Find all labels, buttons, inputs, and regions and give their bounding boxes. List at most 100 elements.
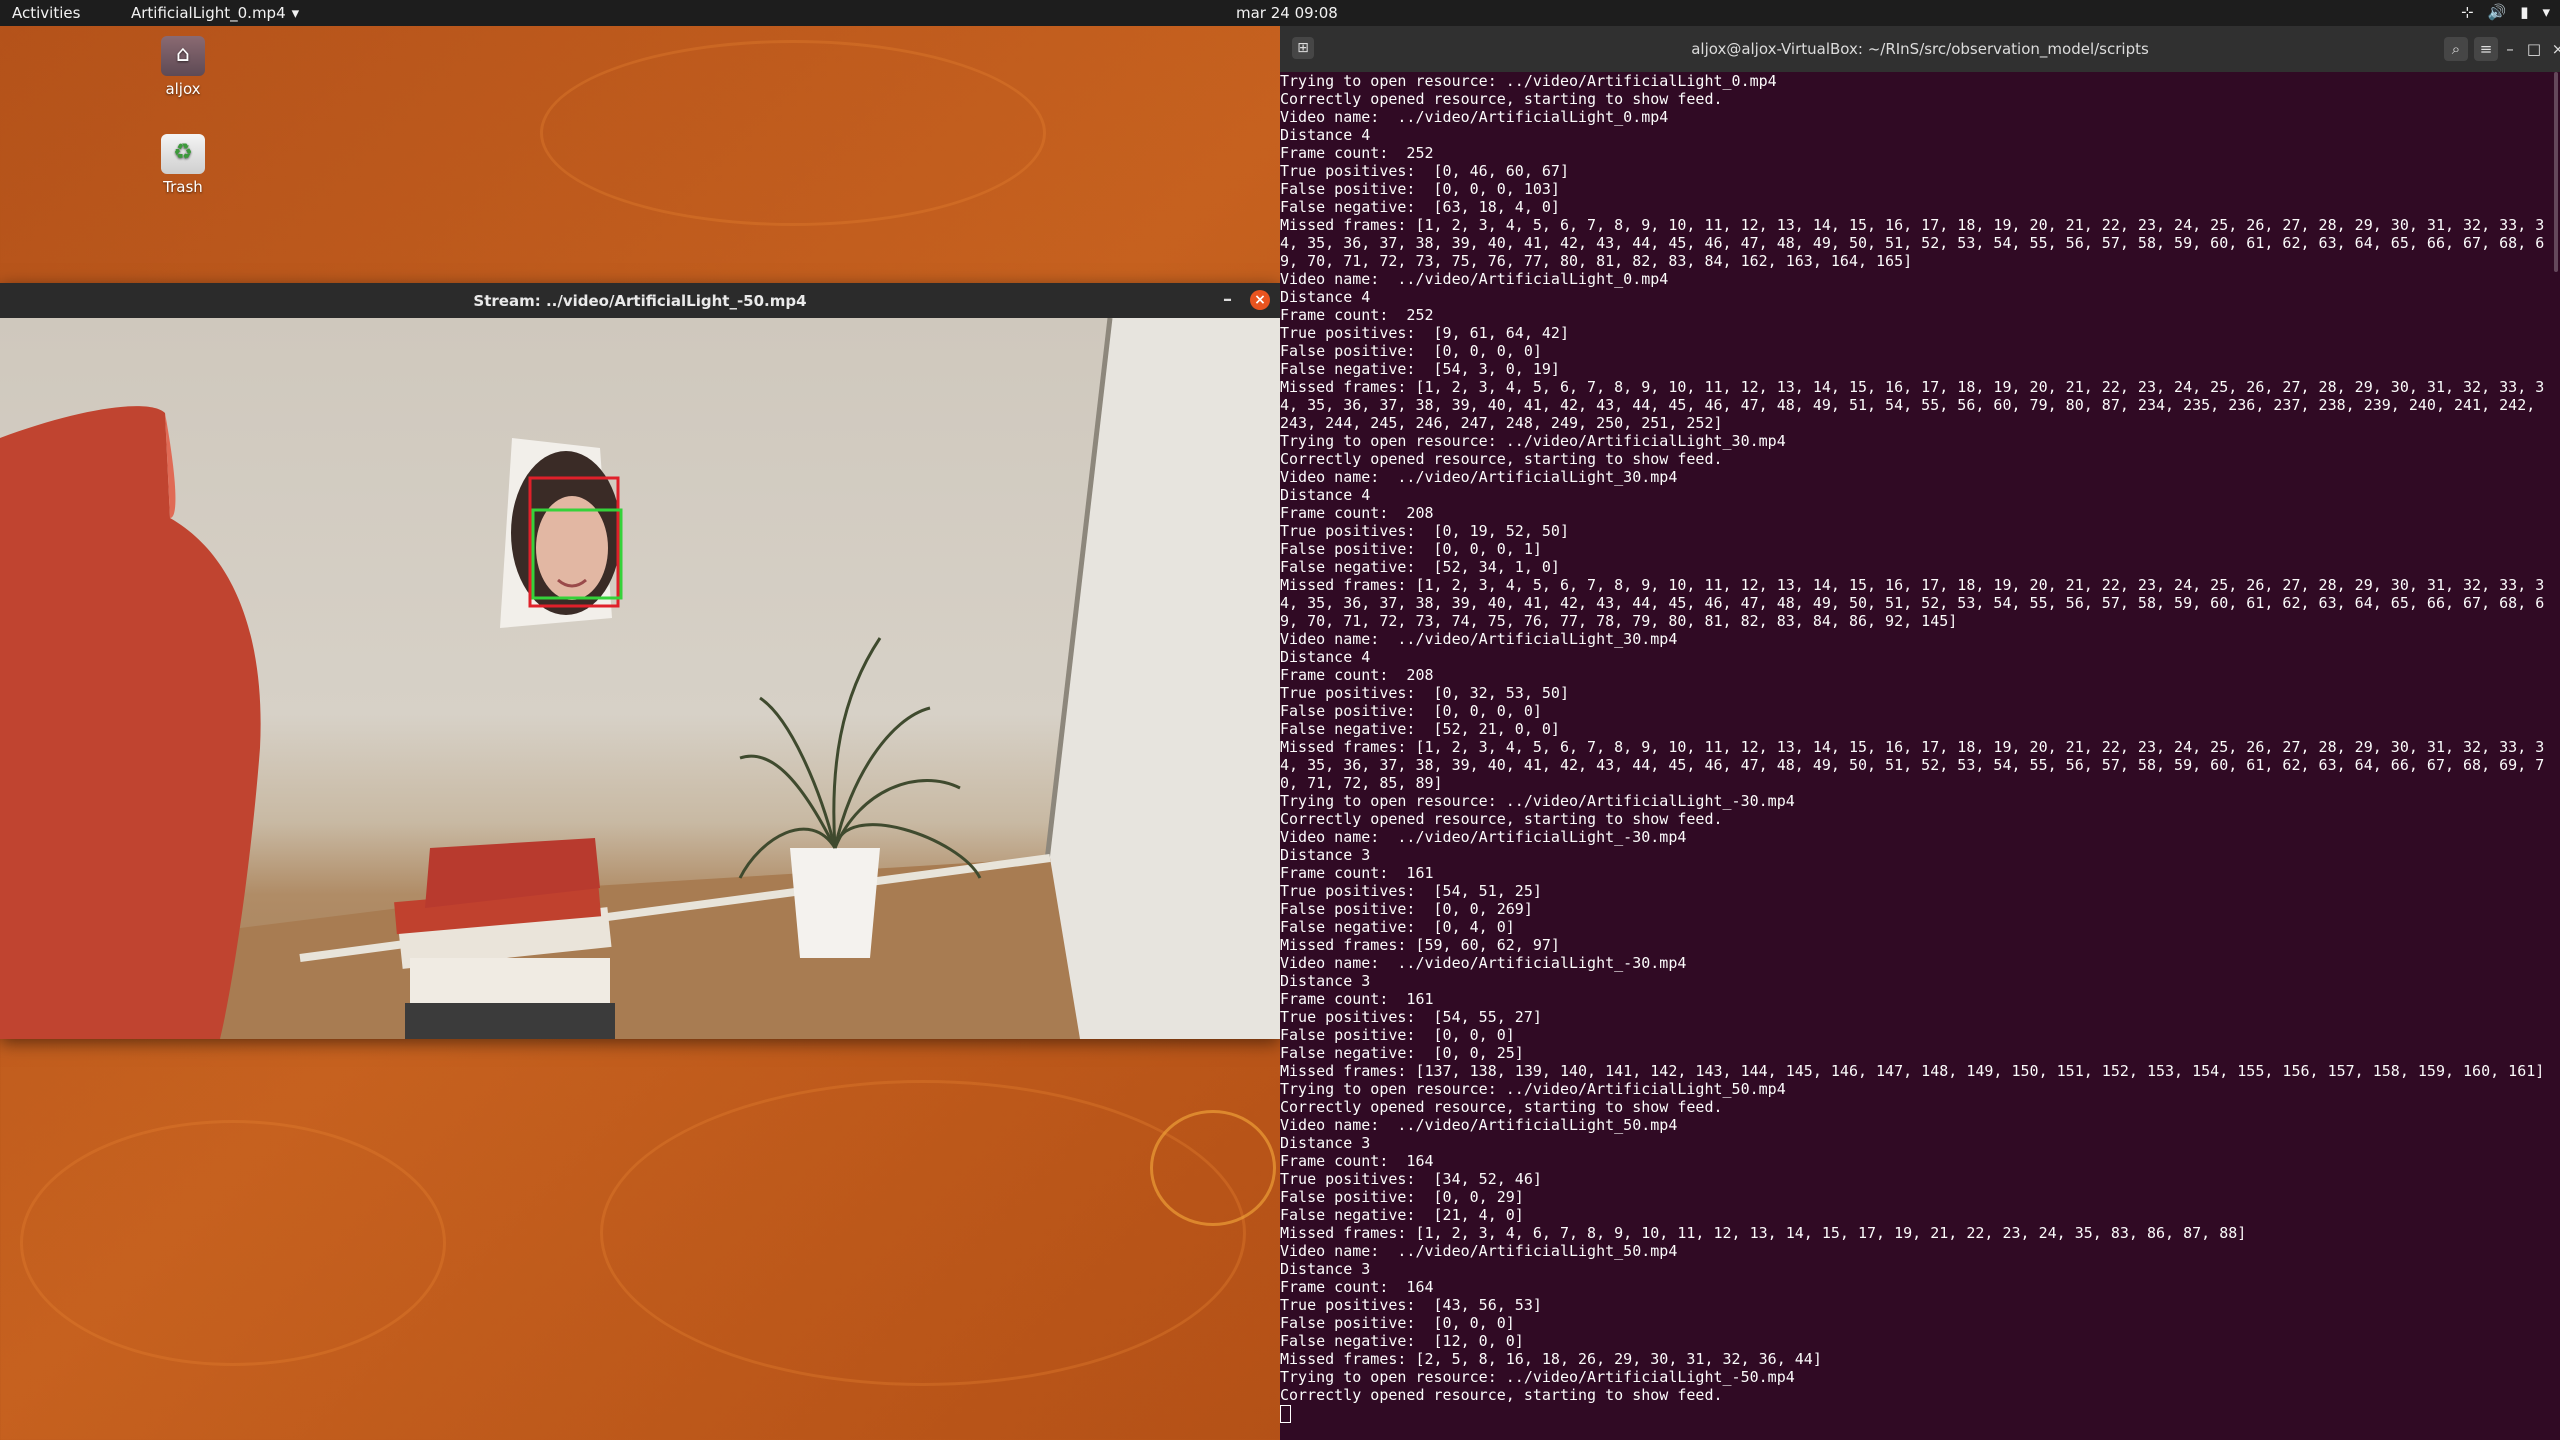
terminal-line: False positive: [0, 0, 269]	[1280, 900, 1533, 918]
terminal-line: Missed frames: [2, 5, 8, 16, 18, 26, 29,…	[1280, 1350, 1822, 1368]
terminal-cursor	[1280, 1404, 1291, 1423]
minimize-icon[interactable]: –	[2498, 37, 2522, 61]
minimize-button[interactable]: –	[1223, 289, 1232, 310]
network-icon[interactable]: ⊹	[2461, 3, 2474, 21]
app-menu[interactable]: ArtificialLight_0.mp4 ▾	[131, 4, 299, 22]
desktop-icon-label: aljox	[165, 80, 201, 98]
terminal-line: False positive: [0, 0, 0, 0]	[1280, 342, 1542, 360]
terminal-line: Frame count: 161	[1280, 990, 1434, 1008]
rolled-mat	[0, 406, 261, 1039]
book	[405, 1003, 615, 1039]
terminal-line: Trying to open resource: ../video/Artifi…	[1280, 432, 1786, 450]
terminal-line: True positives: [43, 56, 53]	[1280, 1296, 1542, 1314]
wallpaper-swirl	[1150, 1110, 1276, 1226]
desktop-icon-home[interactable]: aljox	[128, 36, 238, 98]
terminal-line: 9, 70, 71, 72, 73, 75, 76, 77, 80, 81, 8…	[1280, 252, 1913, 270]
terminal-line: Video name: ../video/ArtificialLight_-30…	[1280, 954, 1687, 972]
system-tray[interactable]: ⊹ 🔊 ▮ ▾	[2461, 3, 2550, 21]
plant-leaves	[738, 637, 982, 879]
terminal-line: False negative: [12, 0, 0]	[1280, 1332, 1524, 1350]
new-tab-icon[interactable]: ⊞	[1292, 37, 1314, 59]
terminal-line: True positives: [9, 61, 64, 42]	[1280, 324, 1569, 342]
terminal-line: False negative: [21, 4, 0]	[1280, 1206, 1524, 1224]
terminal-line: Distance 3	[1280, 1134, 1371, 1152]
terminal-line: Distance 4	[1280, 648, 1371, 666]
terminal-line: False positive: [0, 0, 0, 103]	[1280, 180, 1560, 198]
terminal-line: Frame count: 252	[1280, 144, 1434, 162]
terminal-line: Trying to open resource: ../video/Artifi…	[1280, 1368, 1795, 1386]
wallpaper-swirl	[540, 40, 1046, 226]
terminal-window[interactable]: ⊞ aljox@aljox-VirtualBox: ~/RInS/src/obs…	[1280, 26, 2560, 1440]
wallpaper-swirl	[20, 1120, 446, 1366]
terminal-line: Correctly opened resource, starting to s…	[1280, 1386, 1723, 1404]
terminal-line: False positive: [0, 0, 0]	[1280, 1314, 1515, 1332]
terminal-line: Missed frames: [1, 2, 3, 4, 5, 6, 7, 8, …	[1280, 738, 2545, 756]
terminal-line: False negative: [54, 3, 0, 19]	[1280, 360, 1560, 378]
terminal-output[interactable]: Trying to open resource: ../video/Artifi…	[1280, 72, 2556, 1440]
terminal-line: Correctly opened resource, starting to s…	[1280, 810, 1723, 828]
terminal-line: Missed frames: [1, 2, 3, 4, 5, 6, 7, 8, …	[1280, 216, 2545, 234]
terminal-line: 4, 35, 36, 37, 38, 39, 40, 41, 42, 43, 4…	[1280, 756, 2545, 774]
terminal-line: 4, 35, 36, 37, 38, 39, 40, 41, 42, 43, 4…	[1280, 396, 2536, 414]
terminal-line: Video name: ../video/ArtificialLight_50.…	[1280, 1242, 1678, 1260]
video-scene	[0, 318, 1280, 1039]
battery-icon[interactable]: ▮	[2520, 3, 2528, 21]
terminal-line: Frame count: 208	[1280, 666, 1434, 684]
terminal-line: Missed frames: [59, 60, 62, 97]	[1280, 936, 1560, 954]
terminal-line: Frame count: 208	[1280, 504, 1434, 522]
chevron-down-icon[interactable]: ▾	[2542, 3, 2550, 21]
terminal-line: False negative: [52, 34, 1, 0]	[1280, 558, 1560, 576]
terminal-line: Correctly opened resource, starting to s…	[1280, 1098, 1723, 1116]
app-menu-label: ArtificialLight_0.mp4	[131, 4, 286, 22]
terminal-line: Correctly opened resource, starting to s…	[1280, 450, 1723, 468]
terminal-line: Frame count: 164	[1280, 1152, 1434, 1170]
terminal-line: Distance 3	[1280, 846, 1371, 864]
terminal-line: 243, 244, 245, 246, 247, 248, 249, 250, …	[1280, 414, 1723, 432]
menu-icon[interactable]: ≡	[2474, 37, 2498, 61]
trash-icon	[161, 134, 205, 174]
terminal-line: 0, 71, 72, 85, 89]	[1280, 774, 1443, 792]
terminal-title-bar[interactable]: ⊞ aljox@aljox-VirtualBox: ~/RInS/src/obs…	[1280, 26, 2560, 72]
stream-window[interactable]: Stream: ../video/ArtificialLight_-50.mp4…	[0, 283, 1280, 1039]
top-bar: Activities ArtificialLight_0.mp4 ▾ mar 2…	[0, 0, 2560, 26]
search-icon[interactable]: ⌕	[2444, 37, 2468, 61]
terminal-line: Trying to open resource: ../video/Artifi…	[1280, 792, 1795, 810]
terminal-line: False negative: [52, 21, 0, 0]	[1280, 720, 1560, 738]
terminal-title: aljox@aljox-VirtualBox: ~/RInS/src/obser…	[1691, 40, 2149, 58]
close-button[interactable]: ×	[1250, 290, 1270, 310]
terminal-line: True positives: [0, 46, 60, 67]	[1280, 162, 1569, 180]
terminal-line: Distance 3	[1280, 1260, 1371, 1278]
terminal-line: False positive: [0, 0, 0, 0]	[1280, 702, 1542, 720]
wall-panel	[1040, 318, 1280, 1039]
terminal-line: 9, 70, 71, 72, 73, 74, 75, 76, 77, 78, 7…	[1280, 612, 1958, 630]
terminal-line: True positives: [0, 19, 52, 50]	[1280, 522, 1569, 540]
maximize-icon[interactable]: □	[2522, 37, 2546, 61]
face	[536, 496, 608, 600]
terminal-line: Distance 3	[1280, 972, 1371, 990]
terminal-line: Correctly opened resource, starting to s…	[1280, 90, 1723, 108]
terminal-line: False negative: [0, 0, 25]	[1280, 1044, 1524, 1062]
close-icon[interactable]: ×	[2546, 37, 2560, 61]
stream-title-bar[interactable]: Stream: ../video/ArtificialLight_-50.mp4…	[0, 283, 1280, 318]
terminal-line: Trying to open resource: ../video/Artifi…	[1280, 1080, 1786, 1098]
terminal-line: True positives: [54, 51, 25]	[1280, 882, 1542, 900]
desktop-icon-trash[interactable]: Trash	[128, 134, 238, 196]
scrollbar[interactable]	[2554, 72, 2558, 272]
terminal-line: False positive: [0, 0, 0]	[1280, 1026, 1515, 1044]
terminal-line: False negative: [63, 18, 4, 0]	[1280, 198, 1560, 216]
terminal-line: Video name: ../video/ArtificialLight_0.m…	[1280, 270, 1669, 288]
terminal-line: 4, 35, 36, 37, 38, 39, 40, 41, 42, 43, 4…	[1280, 234, 2545, 252]
terminal-line: True positives: [0, 32, 53, 50]	[1280, 684, 1569, 702]
terminal-line: Video name: ../video/ArtificialLight_-30…	[1280, 828, 1687, 846]
activities-button[interactable]: Activities	[12, 4, 80, 22]
home-folder-icon	[161, 36, 205, 76]
clock[interactable]: mar 24 09:08	[1236, 4, 1338, 22]
volume-icon[interactable]: 🔊	[2488, 3, 2507, 21]
terminal-line: Missed frames: [1, 2, 3, 4, 5, 6, 7, 8, …	[1280, 378, 2545, 396]
terminal-line: Frame count: 164	[1280, 1278, 1434, 1296]
terminal-line: Distance 4	[1280, 126, 1371, 144]
chevron-down-icon: ▾	[291, 4, 300, 22]
terminal-line: Missed frames: [1, 2, 3, 4, 5, 6, 7, 8, …	[1280, 576, 2545, 594]
terminal-line: False positive: [0, 0, 29]	[1280, 1188, 1524, 1206]
desktop-icon-label: Trash	[163, 178, 203, 196]
